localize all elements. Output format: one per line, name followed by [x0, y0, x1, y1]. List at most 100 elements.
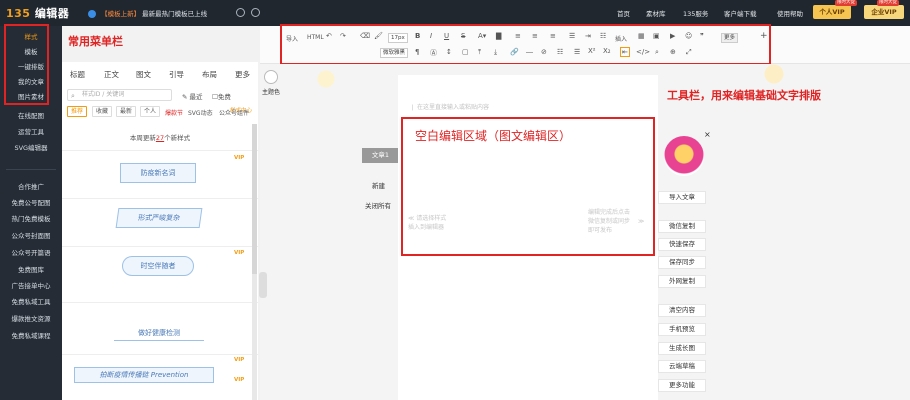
- more-functions-button[interactable]: 更多功能: [658, 379, 706, 392]
- style-sample: 防疫新名词: [120, 163, 196, 183]
- theme-color-label: 主题色: [262, 89, 281, 96]
- personal-vip-button[interactable]: 个人VIP: [813, 5, 851, 19]
- nav-home[interactable]: 首页: [617, 8, 630, 18]
- nav-download[interactable]: 客户端下载: [724, 8, 757, 18]
- style-card[interactable]: VIP 时空伴随者: [62, 246, 258, 302]
- tab-image-text[interactable]: 图文: [136, 69, 151, 80]
- clear-content-button[interactable]: 清空内容: [658, 304, 706, 317]
- import-article-button[interactable]: 导入文章: [658, 191, 706, 204]
- sidebar-item-free-templates[interactable]: 热门免费模板: [0, 213, 62, 223]
- vip-badge: VIP: [234, 250, 245, 256]
- close-all-button[interactable]: 关闭所有: [365, 200, 391, 210]
- annotation-editor-label: 空白编辑区域（图文编辑区）: [415, 129, 572, 143]
- scrollbar-thumb[interactable]: [252, 124, 257, 274]
- mobile-preview-button[interactable]: 手机预览: [658, 323, 706, 336]
- close-icon[interactable]: ×: [704, 130, 711, 139]
- refresh-icon[interactable]: [236, 8, 245, 17]
- filter-personal[interactable]: 个人: [140, 106, 161, 117]
- nav-services[interactable]: 135服务: [683, 8, 708, 18]
- recent-toggle-label: 最近: [189, 93, 203, 101]
- long-image-button[interactable]: 生成长图: [658, 342, 706, 355]
- promo-badge[interactable]: [664, 136, 704, 176]
- new-article-button[interactable]: 新建: [372, 180, 385, 190]
- article-tab[interactable]: 文章1: [362, 148, 399, 163]
- settings-icon[interactable]: [251, 8, 260, 17]
- logo-mark: 135: [6, 7, 31, 20]
- style-sample: 做好健康检测: [114, 327, 204, 341]
- annotation-menu-label: 常用菜单栏: [68, 35, 123, 48]
- enterprise-vip-button[interactable]: 企业VIP: [864, 5, 904, 19]
- logo-text: 编辑器: [34, 7, 70, 20]
- notice-banner[interactable]: 【模板上新】 最新最热门模板已上线: [88, 8, 207, 18]
- weekly-update-notice: 本周更新27个新样式: [62, 132, 258, 142]
- tab-more[interactable]: 更多: [235, 69, 250, 80]
- vip-badge: VIP: [234, 155, 245, 161]
- cloud-draft-button[interactable]: 云端草稿: [658, 360, 706, 373]
- theme-color-button[interactable]: [264, 70, 278, 84]
- nav-materials[interactable]: 素材库: [646, 8, 666, 18]
- sidebar-item-free-images[interactable]: 免费公号配图: [0, 197, 62, 207]
- nav-help[interactable]: 使用帮助: [777, 8, 803, 18]
- sidebar-item-viral[interactable]: 爆款推文资源: [0, 313, 62, 323]
- notice-icon: [88, 10, 96, 18]
- tab-body[interactable]: 正文: [104, 69, 119, 80]
- style-card[interactable]: VIP 拍断疫情传播链 Prevention VIP: [62, 354, 258, 400]
- editor-placeholder[interactable]: ❘ 在这里直接输入或粘贴内容: [410, 102, 489, 111]
- notice-tag: 【模板上新】: [101, 10, 141, 18]
- free-checkbox-label: 免费: [217, 93, 231, 101]
- search-icon: ⌕: [71, 92, 75, 100]
- style-panel: 标题 正文 图文 引导 布局 更多 ⌕ 样式ID / 关键词 ✎ 最近 ☐免费 …: [62, 62, 258, 400]
- sidebar-divider: [6, 169, 56, 170]
- filter-svg[interactable]: SVG动态: [188, 108, 213, 117]
- filter-components[interactable]: 公众号组件: [219, 108, 249, 117]
- sidebar-item-online-images[interactable]: 在线配图: [0, 110, 62, 120]
- editor-placeholder-text: 在这里直接输入或粘贴内容: [416, 104, 489, 111]
- cursor-icon: ❘: [410, 104, 417, 111]
- sidebar-item-gallery[interactable]: 免费图库: [0, 264, 62, 274]
- tab-layout[interactable]: 布局: [202, 69, 217, 80]
- recent-toggle[interactable]: ✎ 最近: [182, 91, 203, 101]
- filter-favorites[interactable]: 收藏: [92, 106, 113, 117]
- wechat-copy-button[interactable]: 微信复制: [658, 220, 706, 233]
- vip-promo-badge: 限时大促: [877, 0, 899, 6]
- filter-hot[interactable]: 爆款节: [165, 108, 183, 117]
- tab-title[interactable]: 标题: [70, 69, 85, 80]
- update-prefix: 本周更新: [129, 134, 156, 142]
- style-sample: 形式严峻复杂: [115, 208, 203, 228]
- style-sample: 拍断疫情传播链 Prevention: [74, 367, 214, 383]
- vip-promo-badge: 限时大促: [835, 0, 857, 6]
- sidebar-item-course[interactable]: 免费私域课程: [0, 330, 62, 340]
- panel-resize-handle[interactable]: [259, 272, 267, 298]
- style-card[interactable]: 形式严峻复杂: [62, 198, 258, 246]
- vip-badge: VIP: [234, 357, 245, 363]
- search-placeholder: 样式ID / 关键词: [82, 91, 125, 98]
- filter-latest[interactable]: 最新: [116, 106, 137, 117]
- toolbar-highlight-box: [280, 24, 771, 65]
- style-card[interactable]: VIP 防疫新名词: [62, 150, 258, 198]
- style-sample: 时空伴随者: [122, 256, 194, 276]
- update-count[interactable]: 27: [156, 134, 164, 142]
- notice-text: 最新最热门模板已上线: [142, 10, 208, 18]
- sidebar-item-private-tools[interactable]: 免费私域工具: [0, 296, 62, 306]
- sidebar-item-opening[interactable]: 公众号开篇语: [0, 247, 62, 257]
- free-checkbox[interactable]: ☐免费: [212, 91, 231, 101]
- annotation-toolbar-label: 工具栏，用来编辑基础文字排版: [667, 89, 821, 102]
- style-card[interactable]: 做好健康检测: [62, 302, 258, 354]
- tab-guide[interactable]: 引导: [169, 69, 184, 80]
- sidebar-item-ads[interactable]: 广告接单中心: [0, 280, 62, 290]
- sidebar-item-cover[interactable]: 公众号封面图: [0, 230, 62, 240]
- update-suffix: 个新样式: [164, 134, 191, 142]
- style-search-input[interactable]: ⌕ 样式ID / 关键词: [67, 89, 172, 101]
- menu-highlight-box: [4, 24, 49, 105]
- quick-save-button[interactable]: 快速保存: [658, 238, 706, 251]
- style-panel-scrollbar[interactable]: [252, 124, 257, 400]
- sidebar-item-ops-tools[interactable]: 运营工具: [0, 126, 62, 136]
- external-copy-button[interactable]: 外网复制: [658, 275, 706, 288]
- sidebar-item-promo[interactable]: 合作推广: [0, 181, 62, 191]
- top-bar: 135 编辑器 【模板上新】 最新最热门模板已上线 首页 素材库 135服务 客…: [0, 0, 910, 26]
- save-sync-button[interactable]: 保存同步: [658, 256, 706, 269]
- filter-recommended[interactable]: 推荐: [67, 106, 88, 117]
- vip-badge: VIP: [234, 377, 245, 383]
- sidebar-item-svg-editor[interactable]: SVG编辑器: [0, 142, 62, 152]
- logo[interactable]: 135 编辑器: [6, 5, 69, 21]
